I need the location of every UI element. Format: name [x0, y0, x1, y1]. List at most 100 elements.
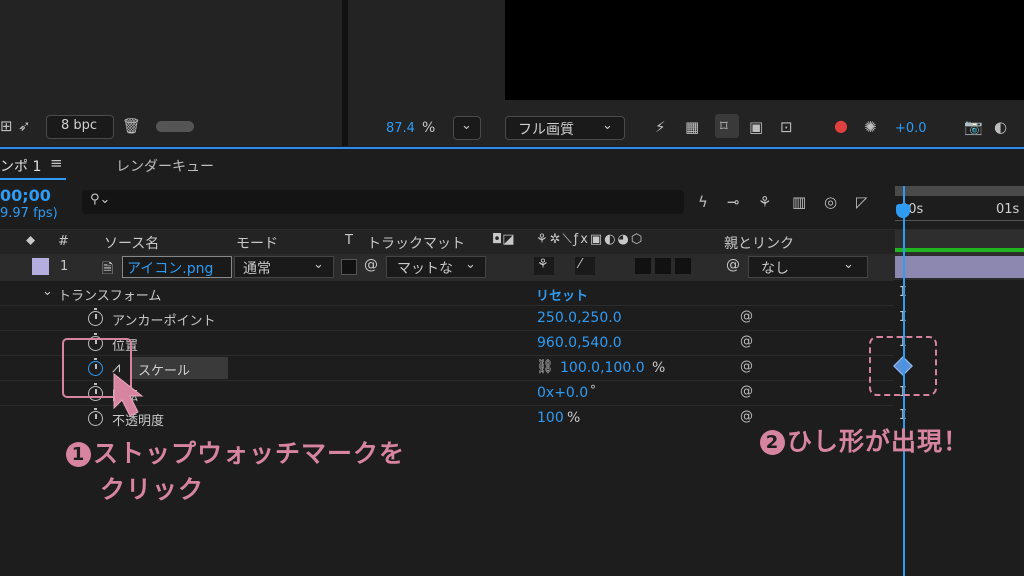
track-matte-dropdown[interactable]: マットな ⌄: [386, 256, 486, 278]
shy-icon[interactable]: ⚘: [758, 192, 771, 212]
layer-name: アイコン.png: [127, 261, 214, 277]
property-value[interactable]: 100.0,100.0: [560, 360, 645, 376]
flowchart-icon[interactable]: ⊸: [727, 192, 740, 212]
property-value[interactable]: 250.0,250.0: [537, 310, 622, 326]
trash-icon[interactable]: 🗑: [122, 116, 141, 136]
col-mode[interactable]: モード: [236, 233, 278, 253]
camera-icon[interactable]: 📷: [964, 117, 983, 137]
property-unit: °: [590, 383, 596, 397]
constrain-proportions-icon[interactable]: ⛓: [536, 359, 554, 375]
motion-blur-icon[interactable]: ◎: [824, 192, 837, 212]
grid-guides-icon[interactable]: ⊡: [780, 117, 793, 137]
property-name: アンカーポイント: [112, 314, 216, 329]
exposure-value[interactable]: +0.0: [895, 121, 927, 136]
col-parent-link[interactable]: 親とリンク: [724, 233, 794, 253]
expression-pickwhip-icon[interactable]: @: [740, 359, 753, 374]
transform-row[interactable]: ⌄ トランスフォーム リセット: [0, 280, 893, 306]
work-area-bar[interactable]: [895, 186, 1024, 196]
layer-index: 1: [60, 259, 69, 274]
bit-depth-button[interactable]: 8 bpc: [46, 115, 114, 139]
step2-text: ひし形が出現！: [787, 427, 970, 456]
zoom-slider[interactable]: [156, 121, 194, 132]
grid-icon[interactable]: ⊞: [0, 116, 13, 136]
shy-icon: ⚘: [537, 257, 549, 272]
draft-3d-icon[interactable]: ϟ: [698, 192, 708, 212]
mode-dropdown[interactable]: 通常 ⌄: [234, 256, 334, 278]
chevron-down-icon: ⌄: [313, 257, 324, 272]
shy-switch[interactable]: ⚘: [534, 257, 554, 275]
work-area-indicator: [895, 248, 1024, 252]
time-area-header: [895, 230, 1024, 255]
switch-box-2[interactable]: [655, 258, 671, 274]
property-unit: %: [567, 410, 581, 426]
property-value[interactable]: 100: [537, 410, 564, 426]
active-panel-highlight: [0, 147, 1024, 149]
tab-composition[interactable]: ンポ 1: [0, 156, 41, 176]
expression-pickwhip-icon[interactable]: @: [740, 384, 753, 399]
mask-visibility-button[interactable]: ⌑: [715, 114, 739, 138]
frame-blending-icon[interactable]: ▥: [792, 192, 806, 212]
resolution-dropdown[interactable]: フル画質 ⌄: [505, 116, 625, 140]
tab-menu-icon[interactable]: ≡: [50, 154, 63, 172]
layer-name-field[interactable]: アイコン.png: [122, 256, 232, 278]
layer-duration-bar[interactable]: [895, 256, 1024, 278]
expression-pickwhip-icon[interactable]: @: [740, 409, 753, 424]
expression-pickwhip-icon[interactable]: @: [740, 334, 753, 349]
spiral-icon[interactable]: @: [364, 257, 378, 273]
property-value[interactable]: 0x+0.0: [537, 385, 588, 401]
reset-link[interactable]: リセット: [536, 285, 588, 304]
channel-icon[interactable]: ●: [834, 116, 848, 135]
current-timecode[interactable]: 00;00: [0, 186, 51, 205]
property-value[interactable]: 960.0,540.0: [537, 335, 622, 351]
region-of-interest-icon[interactable]: ▣: [749, 117, 763, 137]
transform-label: トランスフォーム: [58, 289, 162, 304]
parent-value: なし: [761, 261, 789, 277]
transparency-grid-icon[interactable]: ▦: [685, 117, 699, 137]
ruler-baseline: [895, 220, 1024, 221]
col-number[interactable]: #: [58, 234, 69, 249]
active-tab-underline: [0, 178, 66, 180]
pickwhip-icon[interactable]: @: [726, 257, 740, 273]
label-icon[interactable]: ⬥: [26, 233, 35, 248]
layer-label-color[interactable]: [32, 258, 49, 275]
layer-row[interactable]: 1 🗎 アイコン.png 通常 ⌄ @ マットな ⌄ ⚘ ⁄ @ なし ⌄: [0, 254, 1024, 280]
property-row-anchor: アンカーポイント 250.0,250.0 @: [0, 305, 893, 331]
expression-pickwhip-icon[interactable]: @: [740, 309, 753, 324]
quality-switch[interactable]: ⁄: [575, 257, 595, 275]
stopwatch-icon[interactable]: [88, 408, 103, 426]
stopwatch-icon[interactable]: [88, 308, 103, 326]
layer-search-field[interactable]: ⚲⌄: [82, 190, 684, 214]
annotation-step2: 2 ひし形が出現！: [760, 422, 969, 458]
project-panel: ⊞ ➶ 8 bpc 🗑: [0, 0, 342, 146]
zoom-dropdown[interactable]: ⌄: [453, 116, 481, 140]
switch-box-1[interactable]: [635, 258, 651, 274]
tab-render-queue[interactable]: レンダーキュー: [116, 156, 214, 176]
chevron-down-icon: ⌄: [465, 257, 476, 272]
preserve-transparency-checkbox[interactable]: [341, 259, 357, 275]
chevron-down-icon: ⌄: [843, 257, 854, 272]
switches-icons: ⚘✲⟍ƒx▣◐◕⬡: [536, 232, 645, 247]
keyframe-callout-box: [869, 336, 937, 396]
composition-viewer: 87.4 % ⌄ フル画質 ⌄ ⚡ ▦ ⌑ ▣ ⊡ ● ✺ +0.0 📷 ◐: [348, 0, 1024, 146]
step2-badge: 2: [760, 430, 785, 455]
viewer-canvas[interactable]: [505, 0, 1024, 100]
rocket-icon[interactable]: ➶: [18, 116, 31, 136]
column-header-row: ⬥ # ソース名 モード T トラックマット ◘◪ ⚘✲⟍ƒx▣◐◕⬡ 親とリン…: [0, 229, 1024, 255]
parent-dropdown[interactable]: なし ⌄: [748, 256, 868, 278]
zoom-value[interactable]: 87.4: [386, 121, 415, 136]
col-t[interactable]: T: [345, 233, 353, 248]
playhead-handle[interactable]: [896, 204, 910, 218]
quality-slash-icon: ⁄: [579, 257, 582, 272]
matte-icons: ◘◪: [492, 232, 515, 247]
col-track-matte[interactable]: トラックマット: [367, 233, 465, 253]
fast-preview-icon[interactable]: ⚡: [655, 117, 666, 137]
disclosure-triangle-icon[interactable]: ⌄: [42, 284, 53, 299]
chevron-down-icon: ⌄: [461, 118, 472, 133]
color-management-icon[interactable]: ✺: [864, 117, 877, 137]
ruler-label-1: 01s: [996, 202, 1020, 217]
switch-box-3[interactable]: [675, 258, 691, 274]
graph-editor-icon[interactable]: ◸: [856, 192, 868, 212]
show-snapshot-icon[interactable]: ◐: [994, 117, 1007, 137]
step1-line1: ストップウォッチマークを: [93, 439, 406, 468]
col-source-name[interactable]: ソース名: [104, 233, 159, 253]
